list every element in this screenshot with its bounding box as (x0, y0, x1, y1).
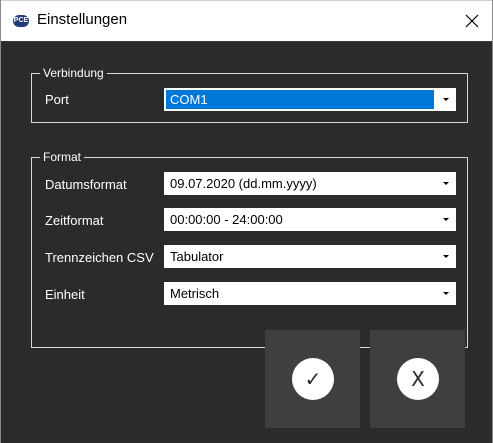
window-title: Einstellungen (37, 11, 128, 28)
cancel-button[interactable]: X (370, 330, 465, 428)
zeitformat-dropdown-arrow[interactable] (436, 208, 456, 231)
title-bar: PCE Einstellungen (1, 0, 492, 41)
zeitformat-select[interactable]: 00:00:00 - 24:00:00 (164, 208, 456, 231)
einheit-value: Metrisch (170, 286, 220, 301)
port-select[interactable]: COM1 (164, 88, 456, 111)
datumsformat-value: 09.07.2020 (dd.mm.yyyy) (170, 176, 317, 191)
checkmark-icon: ✓ (304, 367, 322, 391)
einheit-dropdown-arrow[interactable] (436, 282, 456, 305)
chevron-down-icon (443, 98, 449, 101)
format-legend: Format (40, 149, 85, 165)
trennzeichen-select[interactable]: Tabulator (164, 245, 456, 268)
app-logo-icon: PCE (13, 15, 29, 27)
datumsformat-dropdown-arrow[interactable] (436, 172, 456, 195)
chevron-down-icon (443, 292, 449, 295)
trennzeichen-value: Tabulator (170, 249, 224, 264)
chevron-down-icon (443, 218, 449, 221)
verbindung-legend: Verbindung (40, 65, 107, 81)
einheit-label: Einheit (45, 287, 85, 302)
close-button[interactable] (458, 7, 486, 35)
chevron-down-icon (443, 255, 449, 258)
close-icon (465, 14, 479, 28)
zeitformat-label: Zeitformat (45, 213, 104, 228)
zeitformat-value: 00:00:00 - 24:00:00 (170, 212, 283, 227)
dialog-body: Verbindung Port COM1 Format Datumsformat… (1, 41, 492, 443)
ok-circle: ✓ (292, 358, 334, 400)
trennzeichen-dropdown-arrow[interactable] (436, 245, 456, 268)
cancel-x-icon: X (411, 367, 425, 391)
cancel-circle: X (397, 358, 439, 400)
ok-button[interactable]: ✓ (265, 330, 360, 428)
trennzeichen-label: Trennzeichen CSV (45, 250, 154, 265)
datumsformat-select[interactable]: 09.07.2020 (dd.mm.yyyy) (164, 172, 456, 195)
einheit-select[interactable]: Metrisch (164, 282, 456, 305)
port-value: COM1 (170, 92, 208, 107)
settings-dialog: PCE Einstellungen Verbindung Port COM1 F… (0, 0, 493, 443)
chevron-down-icon (443, 182, 449, 185)
port-label: Port (45, 92, 69, 107)
port-dropdown-arrow[interactable] (436, 88, 456, 111)
datumsformat-label: Datumsformat (45, 177, 127, 192)
